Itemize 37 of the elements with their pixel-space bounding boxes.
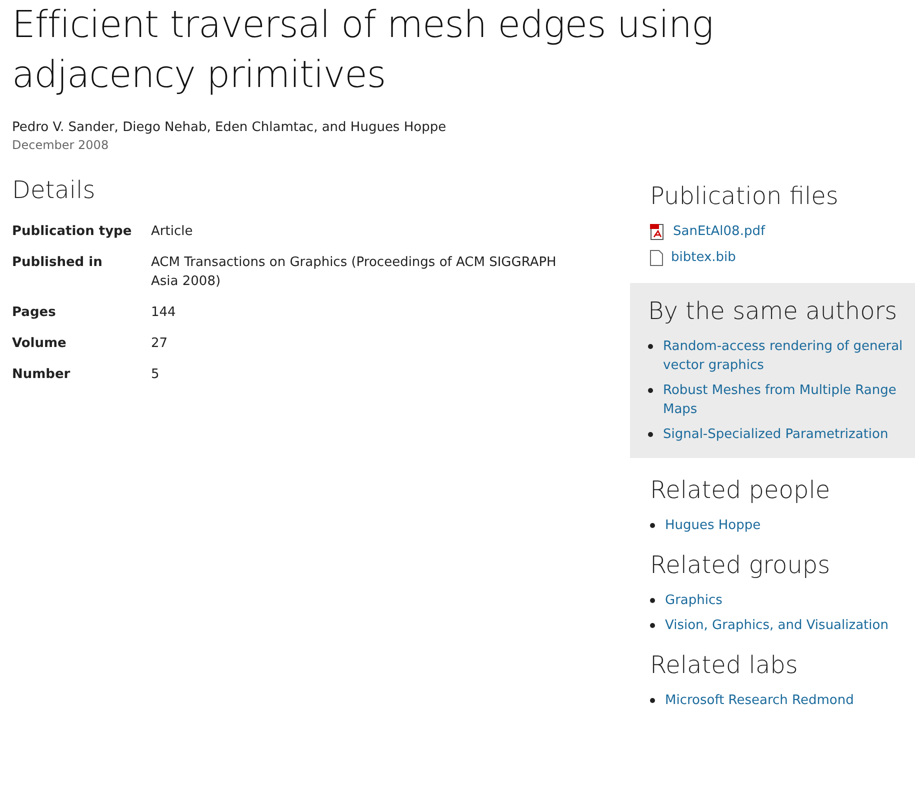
detail-value: ACM Transactions on Graphics (Proceedings of ACM SIGGRAPH Asia 2008) <box>151 254 558 291</box>
detail-label: Publication type <box>12 223 133 241</box>
file-icon <box>650 250 663 266</box>
bullet-icon <box>648 432 653 437</box>
section-heading: Publication files <box>650 182 840 210</box>
detail-value: 27 <box>151 335 169 353</box>
link[interactable]: Robust Meshes from Multiple Range Maps <box>663 381 905 419</box>
link[interactable]: Signal-Specialized Parametrization <box>663 425 888 444</box>
bullet-icon <box>650 623 655 628</box>
detail-label: Published in <box>12 254 104 272</box>
link[interactable]: Vision, Graphics, and Visualization <box>665 616 888 635</box>
bullet-icon <box>648 344 653 349</box>
page-title: Efficient traversal of mesh edges using adjacency primitives <box>12 2 714 98</box>
section-heading: Details <box>12 176 96 204</box>
link[interactable]: Microsoft Research Redmond <box>665 691 854 710</box>
section-heading: By the same authors <box>648 297 898 325</box>
section-heading: Related groups <box>650 551 832 579</box>
file-link[interactable]: SanEtAl08.pdf <box>673 222 766 241</box>
link[interactable]: Hugues Hoppe <box>665 516 761 535</box>
detail-value: 144 <box>151 304 177 322</box>
bullet-icon <box>650 523 655 528</box>
detail-value: 5 <box>151 366 160 384</box>
date: December 2008 <box>12 138 110 152</box>
detail-label: Pages <box>12 304 57 322</box>
detail-label: Number <box>12 366 72 384</box>
section-heading: Related labs <box>650 651 799 679</box>
authors: Pedro V. Sander, Diego Nehab, Eden Chlamtac, and Hugues Hoppe <box>12 120 448 135</box>
bullet-icon <box>650 698 655 703</box>
bullet-icon <box>648 388 653 393</box>
detail-value: Article <box>151 223 194 241</box>
detail-label: Volume <box>12 335 68 353</box>
bullet-icon <box>650 598 655 603</box>
section-heading: Related people <box>650 476 832 504</box>
link[interactable]: Random-access rendering of general vector graphics <box>663 337 905 375</box>
pdf-file-icon <box>650 224 665 240</box>
file-link[interactable]: bibtex.bib <box>671 248 736 267</box>
link[interactable]: Graphics <box>665 591 722 610</box>
